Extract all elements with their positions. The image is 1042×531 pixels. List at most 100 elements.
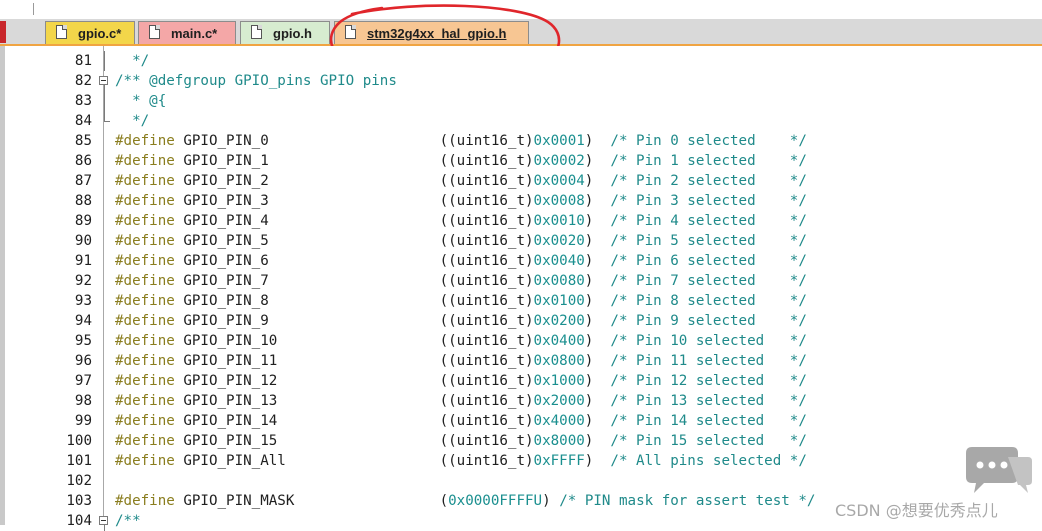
code-token: GPIO_PIN_11 ((uint16_t) (174, 353, 534, 369)
code-line[interactable]: 94 #define GPIO_PIN_9 ((uint16_t)0x0200) … (0, 311, 1042, 331)
line-number: 89 (74, 213, 92, 229)
number-token: 0x0000FFFFU (448, 493, 543, 509)
code-token: GPIO_PIN_7 ((uint16_t) (174, 273, 534, 289)
chat-bubble-icon (966, 447, 1032, 493)
code-line[interactable]: 85 #define GPIO_PIN_0 ((uint16_t)0x0001) … (0, 131, 1042, 151)
comment-token: /* PIN mask for assert test */ (559, 493, 816, 509)
number-token: 0x0004 (533, 173, 585, 189)
number-token: 0x0008 (533, 193, 585, 209)
code-token: GPIO_PIN_All ((uint16_t) (174, 453, 534, 469)
code-line[interactable]: 98 #define GPIO_PIN_13 ((uint16_t)0x2000)… (0, 391, 1042, 411)
code-line[interactable]: 101 #define GPIO_PIN_All ((uint16_t)0xFFF… (0, 451, 1042, 471)
line-number: 101 (66, 453, 92, 469)
line-number: 83 (74, 93, 92, 109)
code-text: #define GPIO_PIN_2 ((uint16_t)0x0004) /*… (115, 171, 807, 191)
tab-gpio-c[interactable]: gpio.c* (45, 21, 135, 44)
code-text: #define GPIO_PIN_MASK (0x0000FFFFU) /* P… (115, 491, 815, 511)
keyword-token: #define (115, 373, 175, 389)
number-token: 0x0040 (533, 253, 585, 269)
tab-main-c[interactable]: main.c* (138, 21, 236, 44)
code-token: GPIO_PIN_5 ((uint16_t) (174, 233, 534, 249)
watermark-text: CSDN @想要优秀点儿 (835, 501, 998, 520)
tab-stm32g4xx-hal-gpio-h[interactable]: stm32g4xx_hal_gpio.h (334, 21, 529, 46)
code-token: GPIO_PIN_0 ((uint16_t) (174, 133, 534, 149)
code-line[interactable]: 92 #define GPIO_PIN_7 ((uint16_t)0x0080) … (0, 271, 1042, 291)
comment-token: /** (115, 513, 141, 529)
keyword-token: #define (115, 453, 175, 469)
code-token: ) (584, 153, 611, 169)
code-token: ) (584, 193, 611, 209)
comment-token: /* Pin 11 selected */ (610, 353, 807, 369)
comment-token: /* Pin 7 selected */ (610, 273, 807, 289)
comment-token: /** @defgroup GPIO_pins GPIO pins (115, 73, 397, 89)
code-token: GPIO_PIN_2 ((uint16_t) (174, 173, 534, 189)
line-number: 97 (74, 373, 92, 389)
code-text: #define GPIO_PIN_0 ((uint16_t)0x0001) /*… (115, 131, 807, 151)
number-token: 0x0100 (533, 293, 585, 309)
code-line[interactable]: 91 #define GPIO_PIN_6 ((uint16_t)0x0040) … (0, 251, 1042, 271)
code-text: */ (115, 111, 149, 131)
code-line[interactable]: 100 #define GPIO_PIN_15 ((uint16_t)0x8000… (0, 431, 1042, 451)
number-token: 0x4000 (533, 413, 585, 429)
keyword-token: #define (115, 193, 175, 209)
file-icon (56, 25, 67, 39)
comment-token: /* All pins selected */ (610, 453, 807, 469)
line-number: 87 (74, 173, 92, 189)
comment-token: /* Pin 0 selected */ (610, 133, 807, 149)
code-line[interactable]: 81 */ (0, 51, 1042, 71)
keyword-token: #define (115, 333, 175, 349)
line-number: 99 (74, 413, 92, 429)
fold-toggle-icon[interactable] (99, 71, 111, 91)
code-token: ) (584, 233, 611, 249)
code-token: ) (584, 173, 611, 189)
tab-label: main.c* (171, 26, 218, 41)
number-token: 0x0002 (533, 153, 585, 169)
number-token: 0x0400 (533, 333, 585, 349)
code-token: GPIO_PIN_1 ((uint16_t) (174, 153, 534, 169)
number-token: 0xFFFF (533, 453, 585, 469)
code-line[interactable]: 82 /** @defgroup GPIO_pins GPIO pins (0, 71, 1042, 91)
code-token: ) (584, 373, 611, 389)
file-tab-bar: gpio.c* main.c* gpio.h stm32g4xx_hal_gpi… (0, 19, 1042, 46)
code-line[interactable]: 99 #define GPIO_PIN_14 ((uint16_t)0x4000)… (0, 411, 1042, 431)
fold-toggle-icon[interactable] (99, 511, 111, 531)
code-token: ) (584, 433, 611, 449)
keyword-token: #define (115, 393, 175, 409)
code-line[interactable]: 90 #define GPIO_PIN_5 ((uint16_t)0x0020) … (0, 231, 1042, 251)
code-line[interactable]: 89 #define GPIO_PIN_4 ((uint16_t)0x0010) … (0, 211, 1042, 231)
code-token: ) (584, 453, 611, 469)
code-editor[interactable]: 81 */ 82 /** @defgroup GPIO_pins GPIO pins… (0, 46, 1042, 531)
code-token: GPIO_PIN_3 ((uint16_t) (174, 193, 534, 209)
keyword-token: #define (115, 213, 175, 229)
comment-token: /* Pin 1 selected */ (610, 153, 807, 169)
code-token: GPIO_PIN_12 ((uint16_t) (174, 373, 534, 389)
code-token: ) (584, 273, 611, 289)
code-line[interactable]: 93 #define GPIO_PIN_8 ((uint16_t)0x0100) … (0, 291, 1042, 311)
keyword-token: #define (115, 293, 175, 309)
line-number: 85 (74, 133, 92, 149)
code-line[interactable]: 88 #define GPIO_PIN_3 ((uint16_t)0x0008) … (0, 191, 1042, 211)
code-line[interactable]: 95 #define GPIO_PIN_10 ((uint16_t)0x0400)… (0, 331, 1042, 351)
code-token: GPIO_PIN_14 ((uint16_t) (174, 413, 534, 429)
code-text: #define GPIO_PIN_15 ((uint16_t)0x8000) /… (115, 431, 807, 451)
code-line[interactable]: 86 #define GPIO_PIN_1 ((uint16_t)0x0002) … (0, 151, 1042, 171)
code-text: #define GPIO_PIN_14 ((uint16_t)0x4000) /… (115, 411, 807, 431)
code-line[interactable]: 97 #define GPIO_PIN_12 ((uint16_t)0x1000)… (0, 371, 1042, 391)
fold-line (99, 51, 111, 71)
comment-token: /* Pin 3 selected */ (610, 193, 807, 209)
code-line[interactable]: 96 #define GPIO_PIN_11 ((uint16_t)0x0800)… (0, 351, 1042, 371)
code-text: #define GPIO_PIN_1 ((uint16_t)0x0002) /*… (115, 151, 807, 171)
code-token: ) (584, 313, 611, 329)
line-number: 104 (66, 513, 92, 529)
code-line[interactable]: 84 */ (0, 111, 1042, 131)
tab-gpio-h[interactable]: gpio.h (240, 21, 330, 44)
code-line[interactable]: 87 #define GPIO_PIN_2 ((uint16_t)0x0004) … (0, 171, 1042, 191)
code-token: ) (584, 253, 611, 269)
comment-token: /* Pin 4 selected */ (610, 213, 807, 229)
code-line[interactable]: 83 * @{ (0, 91, 1042, 111)
code-token: ) (584, 293, 611, 309)
code-text: #define GPIO_PIN_6 ((uint16_t)0x0040) /*… (115, 251, 807, 271)
code-line[interactable]: 102 (0, 471, 1042, 491)
line-number: 84 (74, 113, 92, 129)
keyword-token: #define (115, 313, 175, 329)
